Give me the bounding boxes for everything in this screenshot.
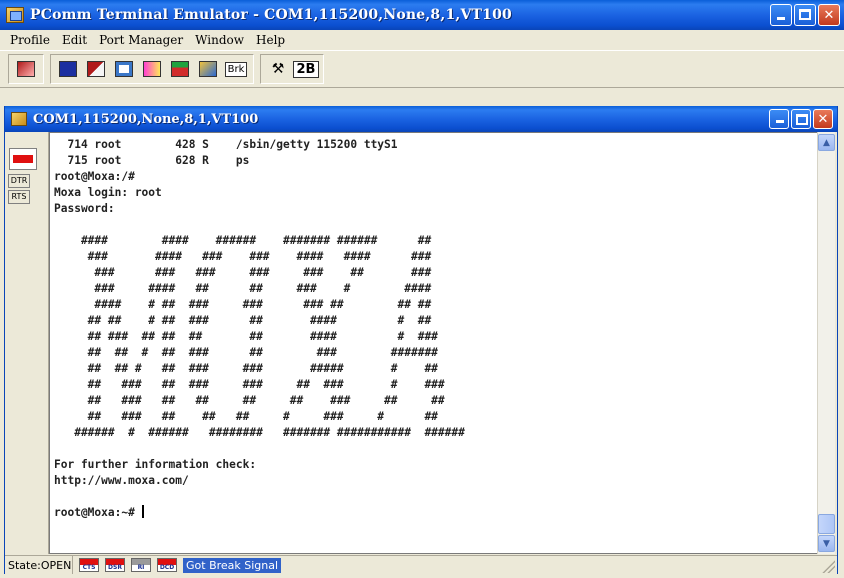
- scope-button[interactable]: ⚒: [266, 58, 290, 80]
- connect-button[interactable]: [140, 58, 164, 80]
- properties-button[interactable]: [112, 58, 136, 80]
- save-button[interactable]: [56, 58, 80, 80]
- app-icon[interactable]: [6, 7, 24, 23]
- menu-window[interactable]: Window: [189, 33, 250, 47]
- led-dcd: DCD: [157, 558, 177, 572]
- back-button[interactable]: [14, 58, 38, 80]
- session-maximize-button[interactable]: [791, 109, 811, 129]
- session-minimize-button[interactable]: [769, 109, 789, 129]
- toolbar-group-1: [8, 54, 44, 84]
- session-window-controls: ✕: [769, 109, 833, 129]
- terminal-window: COM1,115200,None,8,1,VT100 ✕ DTR RTS 714…: [4, 106, 838, 574]
- terminal-output: 714 root 428 S /sbin/getty 115200 ttyS1 …: [54, 138, 465, 519]
- status-message: Got Break Signal: [183, 557, 282, 573]
- toolbar-group-2: Brk: [50, 54, 254, 84]
- led-dsr: DSR: [105, 558, 125, 572]
- scroll-down-button[interactable]: ▼: [818, 535, 835, 552]
- terminal-title-bar[interactable]: COM1,115200,None,8,1,VT100 ✕: [5, 106, 837, 132]
- record-button[interactable]: [9, 148, 37, 170]
- transfer-icon: [199, 61, 217, 77]
- maximize-button[interactable]: [794, 4, 816, 26]
- window-controls: ✕: [770, 4, 840, 26]
- maximize-icon: [799, 9, 811, 20]
- session-icon[interactable]: [11, 112, 27, 126]
- menu-help[interactable]: Help: [250, 33, 291, 47]
- 2b-icon: 2B: [292, 60, 320, 78]
- session-close-button[interactable]: ✕: [813, 109, 833, 129]
- toolbar-group-3: ⚒ 2B: [260, 54, 324, 84]
- break-button[interactable]: Brk: [224, 58, 248, 80]
- close-icon: ✕: [817, 111, 829, 127]
- maximize-icon: [796, 114, 808, 125]
- led-ri: RI: [131, 558, 151, 572]
- app-title: PComm Terminal Emulator - COM1,115200,No…: [30, 7, 512, 23]
- prompt-line: root@Moxa:~#: [54, 506, 142, 519]
- resize-grip[interactable]: [821, 559, 835, 573]
- minimize-button[interactable]: [770, 4, 792, 26]
- chevron-up-icon: ▲: [823, 137, 830, 148]
- led-cts: CTS: [79, 558, 99, 572]
- 2b-button[interactable]: 2B: [292, 58, 320, 80]
- menu-edit[interactable]: Edit: [56, 33, 93, 47]
- minimize-icon: [777, 17, 785, 20]
- rts-toggle[interactable]: RTS: [8, 190, 30, 204]
- app-title-bar[interactable]: PComm Terminal Emulator - COM1,115200,No…: [0, 0, 844, 30]
- disconnect-icon: [87, 61, 105, 77]
- toolbar: Brk ⚒ 2B: [0, 50, 844, 88]
- menu-bar: Profile Edit Port Manager Window Help: [0, 30, 844, 50]
- text-cursor: [141, 505, 144, 518]
- menu-profile[interactable]: Profile: [4, 33, 56, 47]
- minimize-icon: [776, 120, 784, 123]
- close-icon: ✕: [823, 7, 835, 23]
- back-icon: [17, 61, 35, 77]
- terminal-screen[interactable]: 714 root 428 S /sbin/getty 115200 ttyS1 …: [49, 132, 819, 554]
- dtr-toggle[interactable]: DTR: [8, 174, 30, 188]
- capture-button[interactable]: [168, 58, 192, 80]
- transfer-button[interactable]: [196, 58, 220, 80]
- record-icon: [13, 155, 33, 163]
- chevron-down-icon: ▼: [823, 538, 830, 549]
- vertical-scrollbar[interactable]: ▲ ▼: [817, 132, 835, 554]
- properties-icon: [115, 61, 133, 77]
- close-button[interactable]: ✕: [818, 4, 840, 26]
- connection-state: State:OPEN: [5, 556, 73, 574]
- save-icon: [59, 61, 77, 77]
- session-title: COM1,115200,None,8,1,VT100: [33, 111, 259, 127]
- disconnect-button[interactable]: [84, 58, 108, 80]
- status-bar: State:OPEN CTS DSR RI DCD Got Break Sign…: [5, 555, 837, 574]
- scroll-thumb[interactable]: [818, 514, 835, 534]
- connect-icon: [143, 61, 161, 77]
- signal-panel: DTR RTS: [5, 132, 49, 554]
- capture-icon: [171, 61, 189, 77]
- scope-icon: ⚒: [271, 61, 285, 77]
- break-icon: Brk: [224, 61, 248, 77]
- scroll-up-button[interactable]: ▲: [818, 134, 835, 151]
- menu-port-manager[interactable]: Port Manager: [93, 33, 189, 47]
